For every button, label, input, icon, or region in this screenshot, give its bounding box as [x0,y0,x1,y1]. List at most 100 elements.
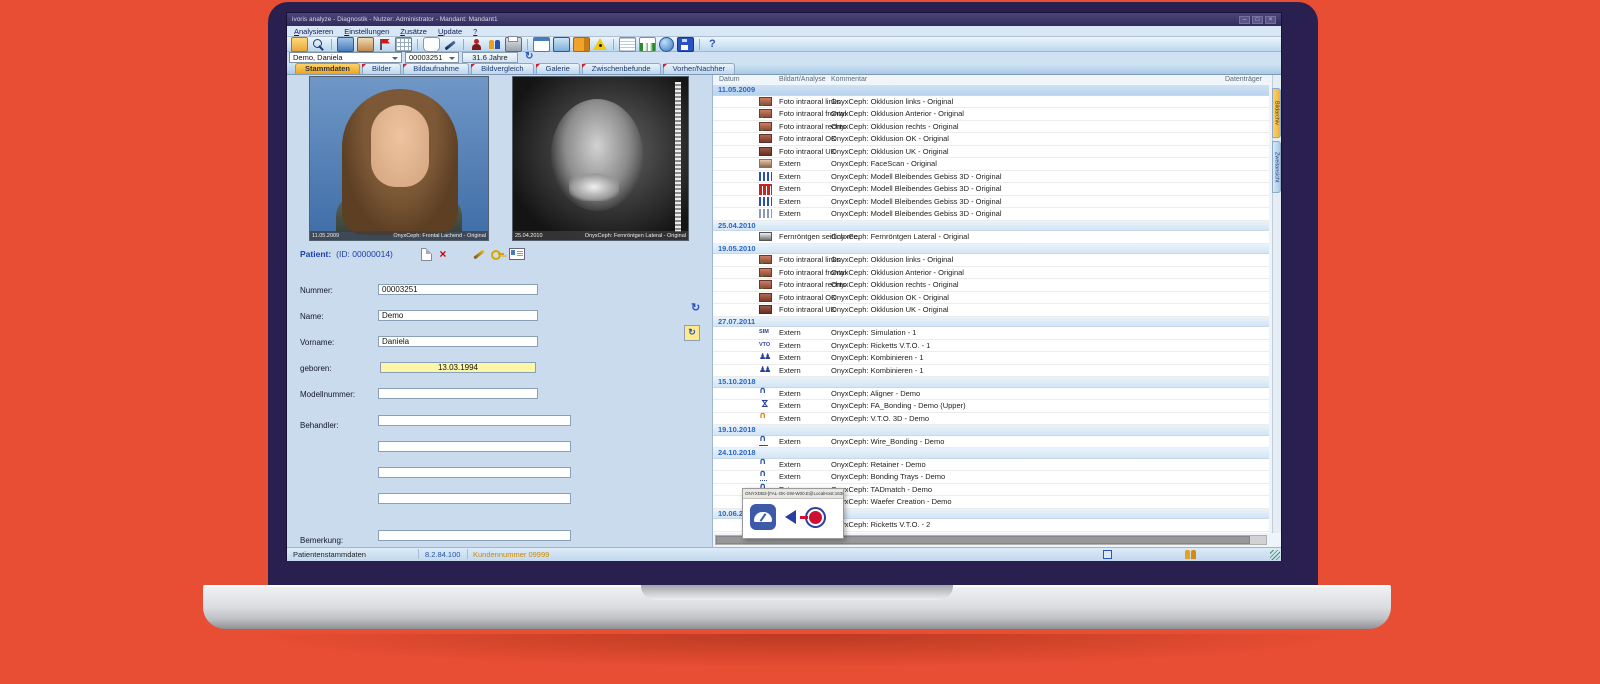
archive-group-row[interactable]: 25.04.2010 [713,221,1269,232]
patient-header: Patient: (ID: 00000014) × [300,247,525,261]
sync-name-icon[interactable]: ↻ [691,301,700,314]
archive-row[interactable]: ExternOnyxCeph: Simulation - 1 [713,327,1269,340]
patient-pair-icon[interactable] [487,38,502,51]
archive-group-row[interactable]: 27.07.2011 [713,317,1269,328]
patient-number-combobox[interactable]: 00003251 [405,52,459,63]
archive-row[interactable]: Foto intraoral frontalOnyxCeph: Okklusio… [713,267,1269,280]
intraoral-icon [759,97,772,106]
pen-icon[interactable] [443,38,458,51]
flag-icon[interactable] [377,38,392,51]
tab-zwischenbefunde[interactable]: Zwischenbefunde [582,63,661,74]
behandler-input-2[interactable] [378,441,571,452]
menu-item-einstellungen[interactable]: Einstellungen [344,27,389,36]
archive-row[interactable]: Foto intraoral frontalOnyxCeph: Okklusio… [713,108,1269,121]
image-photo-icon[interactable] [357,37,374,52]
archive-row[interactable]: ExternOnyxCeph: Modell Bleibendes Gebiss… [713,208,1269,221]
tooth-icon[interactable] [423,37,440,52]
users-icon[interactable] [1185,550,1197,559]
bemerkung-input[interactable] [378,530,571,541]
archive-group-row[interactable]: 24.10.2018 [713,448,1269,459]
archive-row[interactable]: ExternOnyxCeph: Modell Bleibendes Gebiss… [713,183,1269,196]
archive-row[interactable]: ExternOnyxCeph: V.T.O. 3D - Demo [713,413,1269,426]
archive-row[interactable]: ExternOnyxCeph: Aligner - Demo [713,388,1269,401]
back-arrow-button[interactable] [785,510,796,524]
open-folder-icon[interactable] [291,37,308,52]
archive-row[interactable]: ExternOnyxCeph: FA_Bonding - Demo (Upper… [713,400,1269,413]
tab-galerie[interactable]: Galerie [536,63,580,74]
modellnummer-input[interactable] [378,388,538,399]
patient-portrait-photo[interactable]: 11.05.2009 OnyxCeph: Frontal Lachend - O… [309,76,489,241]
archive-row[interactable]: ExternOnyxCeph: Modell Bleibendes Gebiss… [713,196,1269,209]
archive-row[interactable]: Foto intraoral OKOnyxCeph: Okklusion OK … [713,133,1269,146]
archive-row[interactable]: Foto intraoral UKOnyxCeph: Okklusion UK … [713,146,1269,159]
tab-bildvergleich[interactable]: Bildvergleich [471,63,534,74]
archive-row[interactable]: ExternOnyxCeph: FaceScan - Original [713,158,1269,171]
close-button[interactable]: × [1265,16,1276,24]
new-record-icon[interactable] [421,248,432,261]
edit-pen-icon[interactable] [473,248,486,260]
archive-row[interactable]: ExternOnyxCeph: Retainer - Demo [713,459,1269,472]
behandler-input-1[interactable] [378,415,571,426]
chart-icon[interactable] [639,37,656,52]
archive-row[interactable]: Foto intraoral rechtsOnyxCeph: Okklusion… [713,279,1269,292]
archive-group-row[interactable]: 19.10.2018 [713,425,1269,436]
archive-row[interactable]: ExternOnyxCeph: Ricketts V.T.O. - 1 [713,340,1269,353]
menu-item-update[interactable]: Update [438,27,462,36]
sync-vorname-button[interactable]: ↻ [684,325,700,341]
archive-row[interactable]: ExternOnyxCeph: Wire_Bonding - Demo [713,436,1269,449]
globe-icon[interactable] [659,37,674,52]
document-icon[interactable] [619,37,636,52]
tab-bilder[interactable]: Bilder [362,63,401,74]
intraoral-icon [759,280,772,289]
patient-name-combobox[interactable]: Demo, Daniela [289,52,402,63]
patient-card-icon[interactable] [509,248,525,260]
archive-group-row[interactable]: 15.10.2018 [713,377,1269,388]
maximize-button[interactable]: □ [1252,16,1263,24]
network-icon[interactable] [1103,550,1112,559]
help-icon[interactable] [705,38,720,51]
archive-group-row[interactable]: 11.05.2009 [713,85,1269,96]
side-tab-bildarchiv[interactable]: Bildarchiv [1272,88,1281,138]
menu-item-analysieren[interactable]: Analysieren [294,27,333,36]
geboren-input[interactable] [380,362,536,373]
archive-row[interactable]: Foto intraoral linksOnyxCeph: Okklusion … [713,254,1269,267]
save-icon[interactable] [677,37,694,52]
delete-record-icon[interactable]: × [437,248,449,260]
behandler-input-3[interactable] [378,467,571,478]
menu-item-zustze[interactable]: Zusätze [400,27,427,36]
archive-row[interactable]: Foto intraoral rechtsOnyxCeph: Okklusion… [713,121,1269,134]
search-icon[interactable] [311,38,326,51]
name-input[interactable] [378,310,538,321]
tab-vorhernachher[interactable]: Vorher/Nachher [663,63,736,74]
patient-red-icon[interactable] [469,38,484,51]
archive-row[interactable]: Foto intraoral OKOnyxCeph: Okklusion OK … [713,292,1269,305]
side-tab-zweitansicht[interactable]: Zweitansicht [1272,141,1281,193]
behandler-input-4[interactable] [378,493,571,504]
report-dialog-icon[interactable] [533,37,550,52]
tab-stammdaten[interactable]: Stammdaten [295,63,360,74]
ceph-xray-photo[interactable]: 25.04.2010 OnyxCeph: Fernröntgen Lateral… [512,76,689,241]
key-icon[interactable] [491,248,504,260]
image-blue-icon[interactable] [337,37,354,52]
vorname-input[interactable] [378,336,538,347]
archive-row[interactable]: Foto intraoral linksOnyxCeph: Okklusion … [713,96,1269,109]
image-frame-icon[interactable] [553,37,570,52]
speed-gauge-button[interactable] [750,504,776,530]
tab-bildaufnahme[interactable]: Bildaufnahme [403,63,469,74]
archive-row[interactable]: ExternOnyxCeph: Modell Bleibendes Gebiss… [713,171,1269,184]
radiation-warning-icon[interactable] [593,38,608,51]
cube-3d-icon[interactable] [573,37,590,52]
archive-row[interactable]: Fernröntgen seitlich rec.OnyxCeph: Fernr… [713,231,1269,244]
worklist-grid-icon[interactable] [395,37,412,52]
archive-row[interactable]: ExternOnyxCeph: Bonding Trays - Demo [713,471,1269,484]
connect-target-button[interactable] [809,511,822,524]
minimize-button[interactable]: – [1239,16,1250,24]
nummer-input[interactable] [378,284,538,295]
printer-icon[interactable] [505,37,522,52]
archive-row[interactable]: Foto intraoral UKOnyxCeph: Okklusion UK … [713,304,1269,317]
archive-row[interactable]: ExternOnyxCeph: Kombinieren - 1 [713,352,1269,365]
menu-item-help[interactable]: ? [473,27,477,36]
archive-row[interactable]: ExternOnyxCeph: Kombinieren - 1 [713,365,1269,378]
archive-group-row[interactable]: 19.05.2010 [713,244,1269,255]
refresh-icon[interactable]: ↻ [525,51,533,62]
